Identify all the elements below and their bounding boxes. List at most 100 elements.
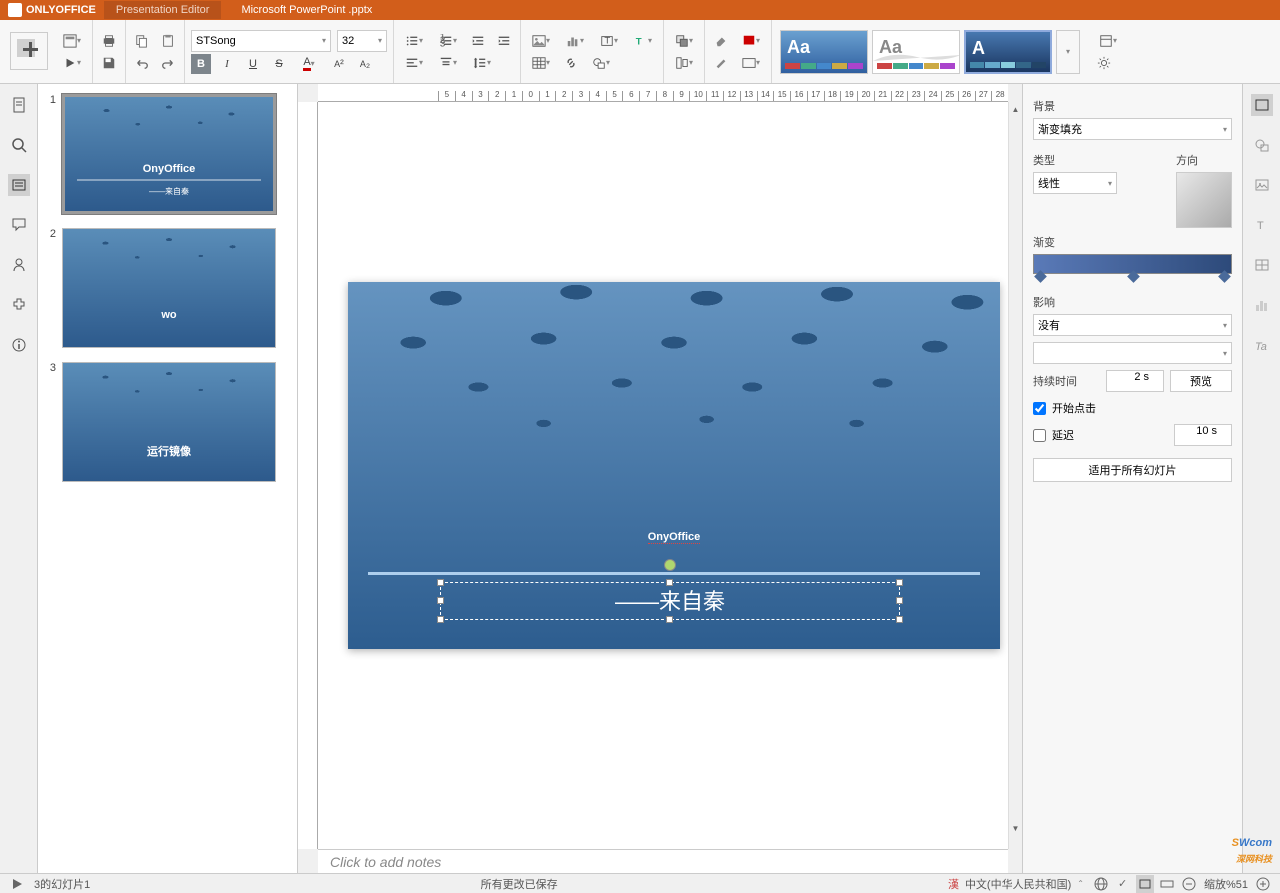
thumbnail-2[interactable]: wo	[62, 228, 276, 348]
slide-canvas[interactable]: OnyOffice ——来自秦	[348, 282, 1000, 649]
delay-checkbox[interactable]: 延迟	[1033, 427, 1168, 443]
resize-handle-w[interactable]	[437, 597, 444, 604]
subscript-button[interactable]: A₂	[355, 54, 375, 74]
theme-option-2[interactable]: Aa	[872, 30, 960, 74]
spellcheck-indicator-icon[interactable]: 漢	[948, 876, 959, 892]
notes-area[interactable]: Click to add notes	[318, 849, 1008, 873]
search-icon[interactable]	[8, 134, 30, 156]
italic-button[interactable]: I	[217, 54, 237, 74]
view-options-button[interactable]: ▾	[1094, 31, 1122, 51]
align-v-button[interactable]: ▾	[434, 53, 462, 73]
scroll-down-icon[interactable]: ▼	[1009, 821, 1022, 835]
insert-text-button[interactable]: T▾	[595, 31, 623, 51]
superscript-button[interactable]: A²	[329, 54, 349, 74]
zoom-out-icon[interactable]	[1180, 875, 1198, 893]
resize-handle-e[interactable]	[896, 597, 903, 604]
slide-size-button[interactable]: ▾	[737, 53, 765, 73]
fit-width-icon[interactable]	[1158, 875, 1176, 893]
zoom-in-icon[interactable]	[1254, 875, 1272, 893]
settings-button[interactable]	[1094, 53, 1114, 73]
bold-button[interactable]: B	[191, 54, 211, 74]
arrange-button[interactable]: ▾	[670, 31, 698, 51]
set-language-icon[interactable]	[1092, 875, 1110, 893]
font-family-select[interactable]: STSong▾	[191, 30, 331, 52]
thumbnail-item[interactable]: 2 wo	[44, 228, 291, 348]
plugins-icon[interactable]	[8, 294, 30, 316]
gradient-stop-2[interactable]	[1127, 270, 1140, 283]
gradient-slider[interactable]	[1033, 254, 1232, 274]
insert-table-button[interactable]: ▾	[527, 53, 555, 73]
copy-button[interactable]	[132, 31, 152, 51]
numbering-button[interactable]: 123▾	[434, 31, 462, 51]
paste-button[interactable]	[158, 31, 178, 51]
resize-handle-s[interactable]	[666, 616, 673, 623]
paragraph-settings-icon[interactable]: T	[1251, 214, 1273, 236]
redo-button[interactable]	[158, 53, 178, 73]
slide-settings-icon[interactable]	[1251, 94, 1273, 116]
gradient-type-select[interactable]: 线性▾	[1033, 172, 1117, 194]
play-button[interactable]: ▾	[58, 53, 86, 73]
rotation-handle[interactable]	[664, 559, 676, 571]
image-settings-icon[interactable]	[1251, 174, 1273, 196]
theme-option-1[interactable]: Aa	[780, 30, 868, 74]
resize-handle-n[interactable]	[666, 579, 673, 586]
line-spacing-button[interactable]: ▾	[468, 53, 496, 73]
thumbnail-item[interactable]: 3 运行镜像	[44, 362, 291, 482]
gradient-direction-picker[interactable]	[1176, 172, 1232, 228]
increase-indent-button[interactable]	[494, 31, 514, 51]
eraser-button[interactable]	[711, 31, 731, 51]
save-button[interactable]	[99, 53, 119, 73]
chart-settings-icon[interactable]	[1251, 294, 1273, 316]
slides-panel-icon[interactable]	[8, 174, 30, 196]
thumbnail-3[interactable]: 运行镜像	[62, 362, 276, 482]
align-objects-button[interactable]: ▾	[670, 53, 698, 73]
apply-all-button[interactable]: 适用于所有幻灯片	[1033, 458, 1232, 482]
insert-chart-button[interactable]: ▾	[561, 31, 589, 51]
layout-button[interactable]: ▾	[58, 31, 86, 51]
background-fill-select[interactable]: 渐变填充▾	[1033, 118, 1232, 140]
font-color-button[interactable]: A▾	[295, 54, 323, 74]
start-slideshow-icon[interactable]	[8, 875, 26, 893]
collaboration-icon[interactable]	[8, 254, 30, 276]
resize-handle-nw[interactable]	[437, 579, 444, 586]
comments-icon[interactable]	[8, 214, 30, 236]
undo-button[interactable]	[132, 53, 152, 73]
about-icon[interactable]	[8, 334, 30, 356]
scroll-up-icon[interactable]: ▲	[1009, 102, 1022, 116]
delay-input[interactable]: 10 s	[1174, 424, 1232, 446]
spellcheck-icon[interactable]: ✓	[1114, 875, 1132, 893]
insert-image-button[interactable]: ▾	[527, 31, 555, 51]
decrease-indent-button[interactable]	[468, 31, 488, 51]
gradient-stop-1[interactable]	[1034, 270, 1047, 283]
fit-slide-icon[interactable]	[1136, 875, 1154, 893]
theme-option-3[interactable]: A	[964, 30, 1052, 74]
slide-viewport[interactable]: OnyOffice ——来自秦	[318, 102, 1008, 849]
slide-color-button[interactable]: ▾	[737, 31, 765, 51]
insert-link-button[interactable]	[561, 53, 581, 73]
table-settings-icon[interactable]	[1251, 254, 1273, 276]
file-menu-icon[interactable]	[8, 94, 30, 116]
theme-more-button[interactable]: ▾	[1056, 30, 1080, 74]
thumbnail-1[interactable]: OnyOffice——来自秦	[62, 94, 276, 214]
subtitle-textbox[interactable]: ——来自秦	[440, 582, 900, 620]
resize-handle-se[interactable]	[896, 616, 903, 623]
align-h-button[interactable]: ▾	[400, 53, 428, 73]
add-slide-button[interactable]	[10, 32, 48, 70]
preview-button[interactable]: 预览	[1170, 370, 1232, 392]
thumbnail-item[interactable]: 1 OnyOffice——来自秦	[44, 94, 291, 214]
zoom-level[interactable]: 缩放%51	[1204, 876, 1248, 892]
strike-button[interactable]: S	[269, 54, 289, 74]
vertical-scrollbar[interactable]: ▲ ▼	[1008, 102, 1022, 849]
transition-effect-select[interactable]: 没有▾	[1033, 314, 1232, 336]
resize-handle-ne[interactable]	[896, 579, 903, 586]
gradient-stop-3[interactable]	[1218, 270, 1231, 283]
bullets-button[interactable]: ▾	[400, 31, 428, 51]
insert-textart-button[interactable]: T▾	[629, 31, 657, 51]
shape-settings-icon[interactable]	[1251, 134, 1273, 156]
document-language[interactable]: 中文(中华人民共和国)	[965, 876, 1071, 892]
slide-title[interactable]: OnyOffice	[348, 510, 1000, 549]
print-button[interactable]	[99, 31, 119, 51]
textart-settings-icon[interactable]: Ta	[1251, 334, 1273, 356]
resize-handle-sw[interactable]	[437, 616, 444, 623]
marker-button[interactable]	[711, 53, 731, 73]
